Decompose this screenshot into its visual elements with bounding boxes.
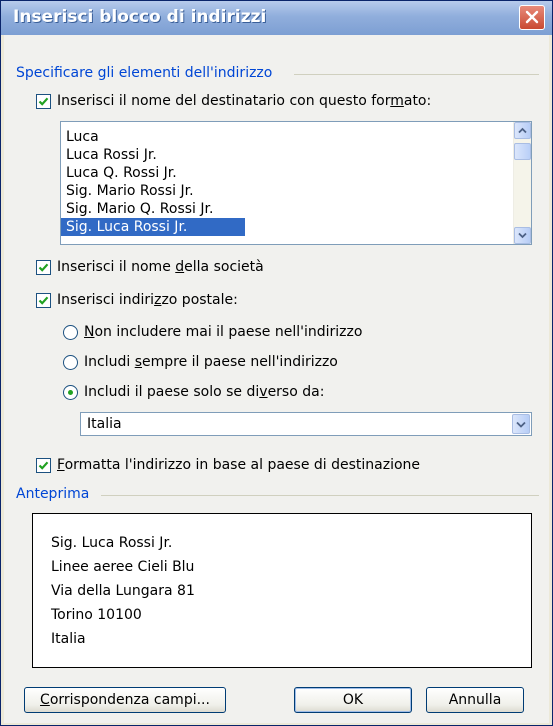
never-include-country-label[interactable]: Non includere mai il paese nell'indirizz… — [84, 324, 362, 340]
include-if-different-label[interactable]: Includi il paese solo se diverso da: — [84, 384, 324, 400]
name-format-list[interactable]: Luca Luca Rossi Jr. Luca Q. Rossi Jr. Si… — [60, 121, 532, 245]
format-by-country-checkbox[interactable] — [36, 458, 51, 473]
preview-line: Linee aeree Cieli Blu — [51, 559, 195, 575]
preview-group-label: Anteprima — [16, 486, 90, 502]
list-item[interactable]: Luca — [61, 128, 510, 146]
label-text: zo postale: — [161, 292, 238, 308]
country-dropdown[interactable]: Italia — [80, 412, 532, 436]
label-text: Includi — [84, 354, 135, 370]
preview-line: Italia — [51, 631, 86, 647]
radio-include-if-different[interactable] — [63, 385, 78, 400]
label-text: Inserisci indiri — [57, 292, 155, 308]
chevron-down-icon — [518, 232, 527, 239]
button-label: orrispondenza campi... — [49, 692, 210, 708]
insert-postal-address-label[interactable]: Inserisci indirizzo postale: — [57, 292, 238, 308]
preview-line: Torino 10100 — [51, 607, 142, 623]
access-key: s — [134, 354, 142, 370]
list-scrollbar[interactable] — [513, 122, 531, 244]
preview-line: Via della Lungara 81 — [51, 583, 195, 599]
list-item[interactable]: Sig. Mario Rossi Jr. — [61, 182, 510, 200]
access-key: v — [259, 384, 268, 400]
check-icon — [38, 263, 49, 272]
dialog-body: Specificare gli elementi dell'indirizzo … — [4, 35, 549, 723]
insert-postal-address-checkbox[interactable] — [36, 293, 51, 308]
radio-selected-dot — [68, 390, 73, 395]
access-key: F — [57, 457, 65, 473]
label-text: erso da: — [267, 384, 325, 400]
scroll-thumb[interactable] — [514, 143, 531, 160]
chevron-down-icon — [516, 421, 526, 428]
cancel-button[interactable]: Annulla — [426, 687, 524, 713]
address-elements-group-label: Specificare gli elementi dell'indirizzo — [16, 65, 273, 81]
group-divider — [294, 74, 539, 75]
check-icon — [38, 296, 49, 305]
scroll-down-button[interactable] — [514, 227, 531, 244]
access-key: m — [390, 93, 404, 109]
access-key: C — [40, 692, 50, 708]
scroll-up-button[interactable] — [514, 122, 531, 139]
label-text: on includere mai il paese nell'indirizzo — [94, 324, 363, 340]
match-fields-button[interactable]: Corrispondenza campi... — [24, 687, 226, 713]
label-text: ato: — [403, 93, 432, 109]
list-item[interactable]: Sig. Mario Q. Rossi Jr. — [61, 200, 510, 218]
country-value: Italia — [87, 416, 122, 432]
dialog-window: Inserisci blocco di indirizzi Specificar… — [0, 0, 553, 726]
access-key: d — [175, 259, 185, 275]
list-item-selected[interactable]: Sig. Luca Rossi Jr. — [61, 218, 245, 236]
label-text: Inserisci il nome — [57, 259, 176, 275]
label-text: empre il paese nell'indirizzo — [142, 354, 338, 370]
always-include-country-label[interactable]: Includi sempre il paese nell'indirizzo — [84, 354, 338, 370]
radio-always-include-country[interactable] — [63, 355, 78, 370]
insert-company-checkbox[interactable] — [36, 260, 51, 275]
check-icon — [38, 97, 49, 106]
check-icon — [38, 461, 49, 470]
access-key: N — [84, 324, 95, 340]
ok-button[interactable]: OK — [294, 687, 412, 713]
insert-recipient-label[interactable]: Inserisci il nome del destinatario con q… — [57, 93, 431, 109]
group-divider — [101, 495, 539, 496]
insert-recipient-checkbox[interactable] — [36, 94, 51, 109]
insert-company-label[interactable]: Inserisci il nome della società — [57, 259, 264, 275]
close-icon — [525, 10, 539, 24]
address-preview: Sig. Luca Rossi Jr. Linee aeree Cieli Bl… — [32, 513, 532, 668]
dialog-title: Inserisci blocco di indirizzi — [13, 7, 267, 27]
list-item[interactable]: Luca Q. Rossi Jr. — [61, 164, 510, 182]
close-button[interactable] — [519, 5, 545, 30]
label-text: ormatta l'indirizzo in base al paese di … — [64, 457, 421, 473]
country-dropdown-button[interactable] — [512, 414, 530, 434]
preview-line: Sig. Luca Rossi Jr. — [51, 535, 173, 551]
list-item[interactable]: Luca Rossi Jr. — [61, 146, 510, 164]
label-text: Inserisci il nome del destinatario con q… — [57, 93, 391, 109]
label-text: Includi il paese solo se di — [84, 384, 260, 400]
format-by-country-label[interactable]: Formatta l'indirizzo in base al paese di… — [57, 457, 420, 473]
chevron-up-icon — [518, 127, 527, 134]
title-bar[interactable]: Inserisci blocco di indirizzi — [1, 1, 552, 35]
radio-never-include-country[interactable] — [63, 325, 78, 340]
label-text: ella società — [184, 259, 264, 275]
